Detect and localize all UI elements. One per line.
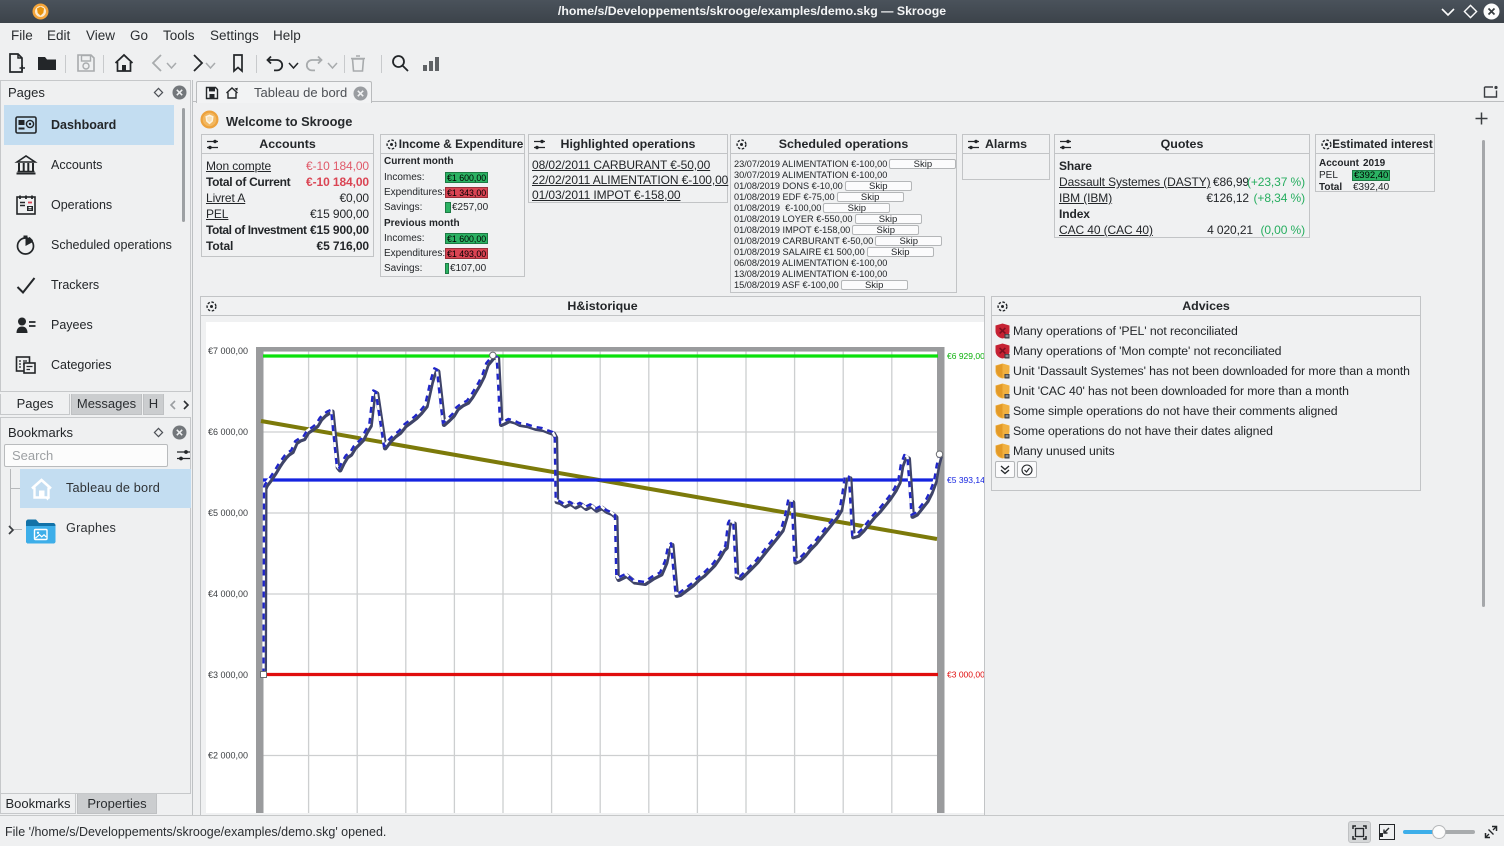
svg-text:€3 000,00: €3 000,00 (947, 670, 984, 680)
svg-text:€6 929,00: €6 929,00 (947, 351, 984, 361)
svg-text:€5 393,14: €5 393,14 (947, 475, 984, 485)
svg-text:€5 000,00: €5 000,00 (208, 508, 248, 518)
svg-text:€4 000,00: €4 000,00 (208, 589, 248, 599)
svg-text:€2 000,00: €2 000,00 (208, 751, 248, 761)
svg-text:€6 000,00: €6 000,00 (208, 427, 248, 437)
svg-text:€7 000,00: €7 000,00 (208, 346, 248, 356)
svg-text:€3 000,00: €3 000,00 (208, 670, 248, 680)
